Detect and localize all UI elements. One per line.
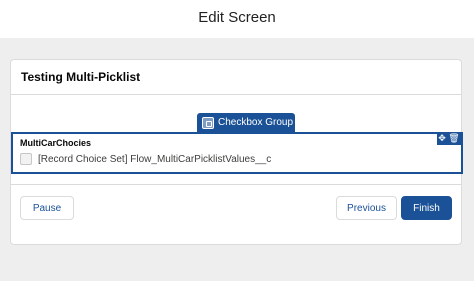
screen-card: Testing Multi-Picklist Checkbox Group ✥ … [10, 59, 463, 245]
checkbox[interactable] [20, 153, 32, 165]
screen-title: Testing Multi-Picklist [21, 70, 141, 84]
finish-button[interactable]: Finish [401, 196, 452, 220]
divider [11, 94, 461, 95]
checkbox-group-component[interactable]: ✥ 🗑 MultiCarChocies [Record Choice Set] … [11, 132, 463, 174]
page-title: Edit Screen [198, 9, 276, 26]
move-icon[interactable]: ✥ [438, 133, 446, 144]
trash-icon[interactable]: 🗑 [448, 133, 459, 144]
component-type-tag[interactable]: Checkbox Group [197, 113, 295, 132]
checkbox-option-label: [Record Choice Set] Flow_MultiCarPicklis… [38, 153, 272, 165]
previous-button[interactable]: Previous [336, 196, 397, 220]
component-type-label: Checkbox Group [218, 117, 294, 128]
page-header: Edit Screen [0, 0, 474, 38]
checkbox-group-icon [202, 116, 214, 129]
component-label: MultiCarChocies [20, 138, 92, 148]
footer-divider [11, 184, 461, 185]
checkbox-option[interactable]: [Record Choice Set] Flow_MultiCarPicklis… [20, 153, 271, 165]
pause-button[interactable]: Pause [20, 196, 74, 220]
component-actions: ✥ 🗑 [437, 132, 461, 145]
screen-canvas: Testing Multi-Picklist Checkbox Group ✥ … [0, 38, 474, 281]
